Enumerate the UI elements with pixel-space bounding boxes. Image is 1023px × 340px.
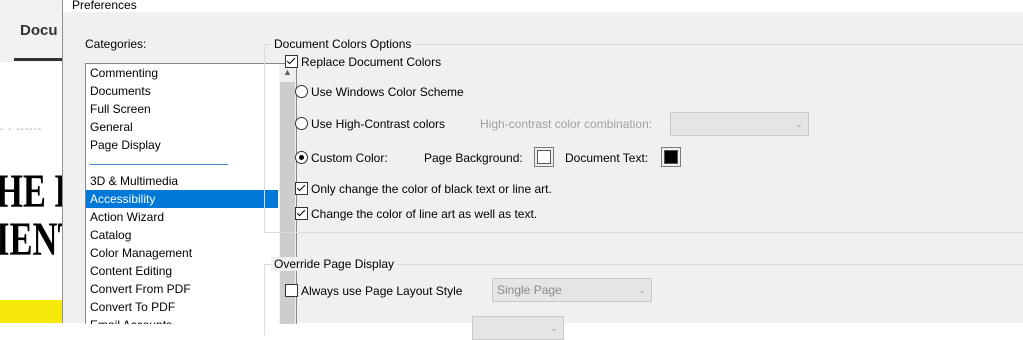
category-item[interactable]: Action Wizard [86,208,278,226]
override-page-display-title: Override Page Display [271,257,398,271]
background-doc-headline-2: IENT [0,213,64,266]
document-colors-group: Document Colors Options Replace Document… [264,37,1023,233]
custom-color-label[interactable]: Custom Color: [311,151,388,165]
background-tab-bar: Docu [0,0,64,63]
windows-color-scheme-label[interactable]: Use Windows Color Scheme [311,85,464,99]
category-item[interactable]: Full Screen [86,100,278,118]
document-text-color-button[interactable] [661,147,681,167]
category-item[interactable]: Documents [86,82,278,100]
document-colors-title: Document Colors Options [271,37,415,51]
custom-color-radio[interactable] [295,151,308,164]
category-item[interactable]: Convert To PDF [86,298,278,316]
page-background-label: Page Background: [424,151,523,165]
chevron-down-icon: ⌄ [638,285,646,295]
document-text-label: Document Text: [565,151,649,165]
replace-document-colors-label[interactable]: Replace Document Colors [301,55,441,69]
categories-label: Categories: [85,37,147,51]
line-art-checkbox[interactable] [295,207,308,220]
override-page-display-group: Override Page Display Always use Page La… [264,257,1023,340]
only-black-text-label[interactable]: Only change the color of black text or l… [311,182,552,196]
background-doc-headline-1: HE E [0,165,64,218]
background-document-tab[interactable]: Docu [20,22,58,39]
high-contrast-colors-label[interactable]: Use High-Contrast colors [311,117,445,131]
replace-document-colors-checkbox[interactable] [285,55,298,68]
high-contrast-combination-select[interactable]: ⌄ [670,112,809,136]
line-art-label[interactable]: Change the color of line art as well as … [311,207,537,221]
category-item[interactable]: General [86,118,278,136]
category-item[interactable]: Catalog [86,226,278,244]
dialog-title: Preferences [72,0,137,12]
category-item[interactable]: Commenting [86,64,278,82]
active-tab-indicator [14,58,64,61]
background-app: Docu - - ------ HE E IENT [0,0,64,323]
high-contrast-colors-radio[interactable] [295,117,308,130]
always-page-layout-label[interactable]: Always use Page Layout Style [301,284,462,298]
document-text-color-swatch [664,150,678,164]
page-layout-select[interactable]: Single Page ⌄ [492,278,652,302]
chevron-down-icon: ⌄ [795,119,803,129]
dialog-title-bar[interactable]: Preferences [63,0,1023,12]
high-contrast-combination-label: High-contrast color combination: [480,117,653,131]
chevron-down-icon: ⌄ [550,323,558,333]
always-page-layout-checkbox[interactable] [285,284,298,297]
page-background-color-swatch [537,150,551,164]
only-black-text-checkbox[interactable] [295,182,308,195]
category-item[interactable]: 3D & Multimedia [86,172,278,190]
category-item[interactable]: Page Display [86,136,278,154]
categories-separator [90,164,228,165]
category-item[interactable]: Content Editing [86,262,278,280]
category-item[interactable]: Convert From PDF [86,280,278,298]
category-item[interactable]: Color Management [86,244,278,262]
second-override-select[interactable]: ⌄ [472,316,564,340]
background-doc-faint-text: - - ------ [0,124,43,135]
windows-color-scheme-radio[interactable] [295,85,308,98]
background-yellow-band [0,300,64,323]
preferences-dialog: Preferences Categories: Commenting Docume… [62,0,1023,340]
page-layout-value: Single Page [497,283,562,297]
page-background-color-button[interactable] [534,147,554,167]
category-item[interactable]: Accessibility [86,190,278,208]
